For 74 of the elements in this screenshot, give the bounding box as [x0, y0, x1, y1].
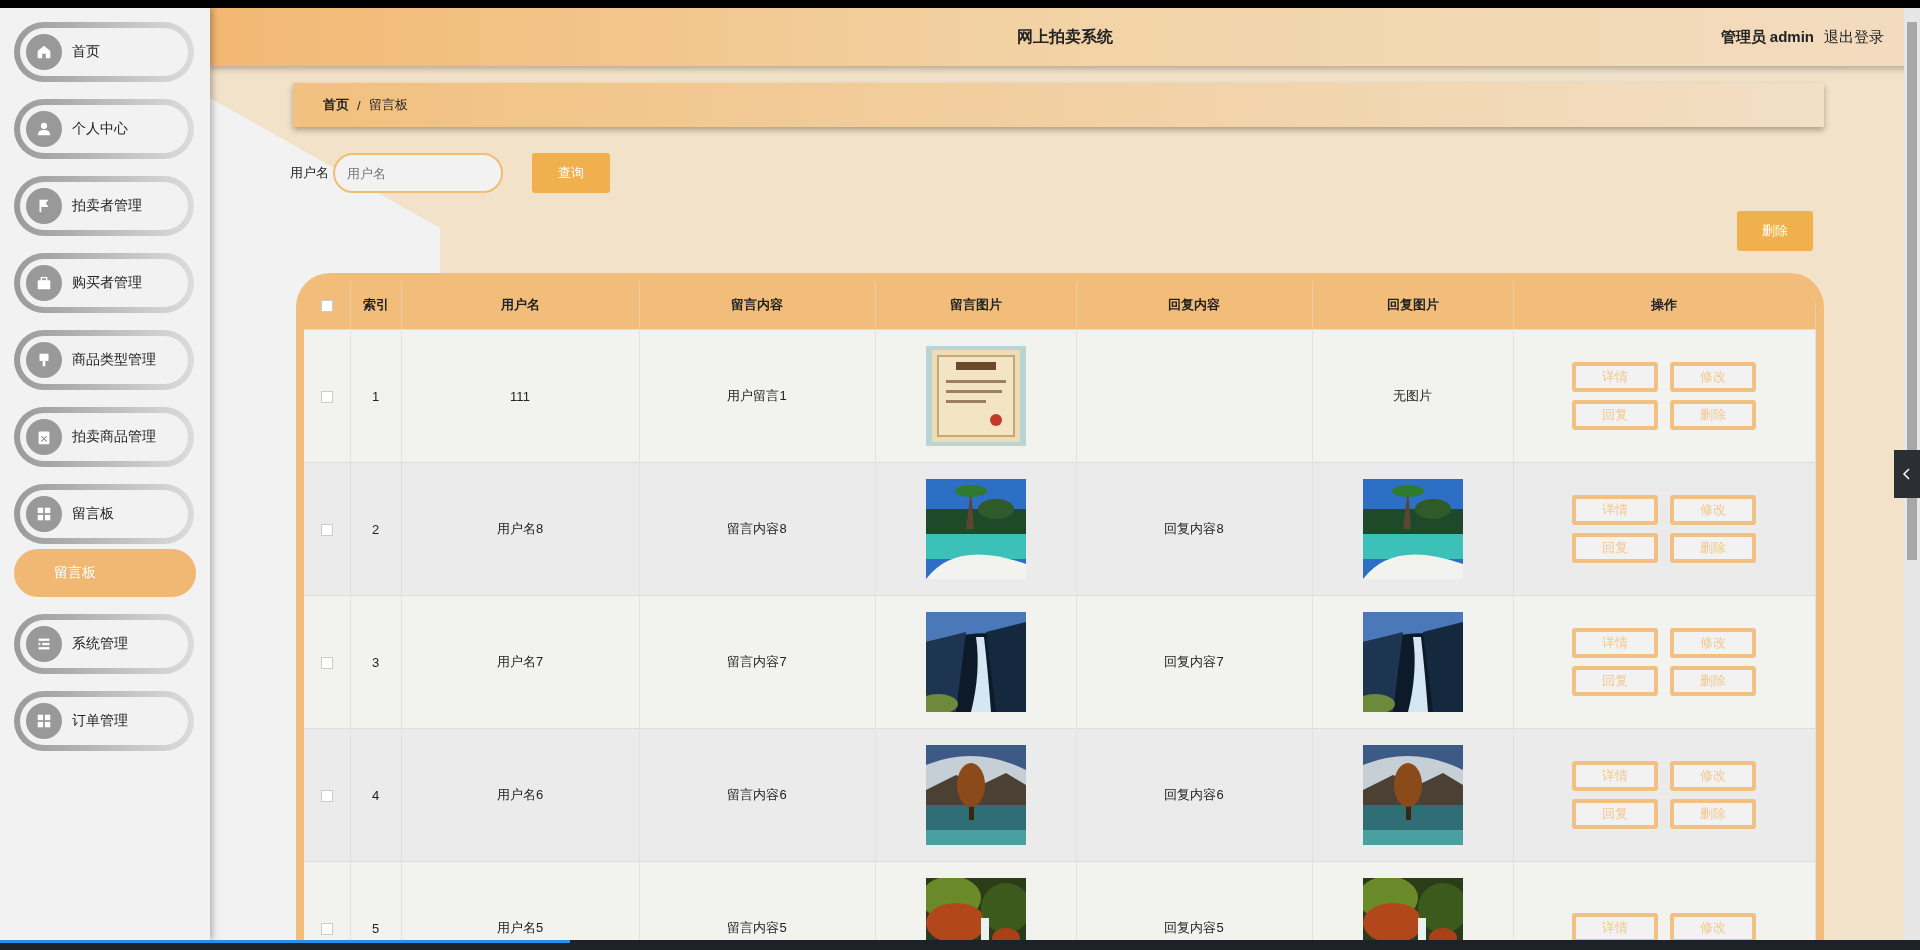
action-button[interactable]: 回复 — [1572, 666, 1659, 696]
collapse-tab[interactable] — [1894, 450, 1920, 498]
table-cell: 回复内容5 — [1076, 861, 1312, 940]
scrollbar[interactable] — [1904, 8, 1920, 940]
table-cell: 回复内容7 — [1076, 595, 1312, 729]
menu-icon — [26, 188, 62, 224]
table-cell: 用户名6 — [401, 728, 639, 862]
action-button[interactable]: 删除 — [1670, 666, 1757, 696]
action-button[interactable]: 修改 — [1670, 362, 1757, 392]
row-checkbox[interactable] — [320, 657, 333, 670]
action-button[interactable]: 详情 — [1572, 362, 1659, 392]
table-cell: 4 — [350, 728, 401, 862]
menu-icon — [26, 496, 62, 532]
menu-icon — [26, 703, 62, 739]
row-checkbox[interactable] — [320, 391, 333, 404]
column-header: 用户名 — [401, 281, 639, 330]
menu-icon — [26, 626, 62, 662]
delete-button[interactable]: 删除 — [1737, 211, 1813, 251]
breadcrumb-item[interactable]: 首页 — [323, 96, 349, 114]
table-cell: 3 — [350, 595, 401, 729]
menu-icon — [26, 265, 62, 301]
table-cell: 留言内容7 — [639, 595, 875, 729]
table-cell: 2 — [350, 462, 401, 596]
table-cell: 1 — [350, 329, 401, 463]
action-button[interactable]: 详情 — [1572, 913, 1659, 940]
table-cell: 用户名8 — [401, 462, 639, 596]
table-cell: 用户留言1 — [639, 329, 875, 463]
action-button[interactable]: 删除 — [1670, 799, 1757, 829]
system-title: 网上拍卖系统 — [1017, 27, 1113, 45]
breadcrumb-separator: / — [357, 97, 361, 113]
breadcrumb-item[interactable]: 留言板 — [368, 96, 408, 114]
action-button[interactable]: 删除 — [1670, 400, 1757, 430]
action-button[interactable]: 回复 — [1572, 799, 1659, 829]
table-cell: 留言内容8 — [639, 462, 875, 596]
column-header: 操作 — [1513, 281, 1816, 330]
action-button[interactable]: 详情 — [1572, 495, 1659, 525]
action-button[interactable]: 修改 — [1670, 761, 1757, 791]
username-field[interactable]: 用户名 — [333, 153, 503, 193]
action-button[interactable]: 回复 — [1572, 533, 1659, 563]
menu-icon — [26, 111, 62, 147]
query-button[interactable]: 查询 — [532, 153, 610, 193]
table-cell: 111 — [401, 329, 639, 463]
menu-icon — [26, 34, 62, 70]
row-checkbox[interactable] — [320, 524, 333, 537]
search-label: 用户名 — [290, 164, 329, 182]
table-cell: 留言内容5 — [639, 861, 875, 940]
action-button[interactable]: 详情 — [1572, 761, 1659, 791]
menu-icon — [26, 419, 62, 455]
action-button[interactable]: 修改 — [1670, 495, 1757, 525]
row-checkbox[interactable] — [320, 790, 333, 803]
table-cell: 用户名7 — [401, 595, 639, 729]
select-all-checkbox[interactable] — [320, 300, 333, 313]
action-button[interactable]: 修改 — [1670, 628, 1757, 658]
table-cell: 留言内容6 — [639, 728, 875, 862]
table-cell: 无图片 — [1312, 329, 1513, 463]
logout-link[interactable]: 退出登录 — [1824, 27, 1884, 47]
chevron-left-icon — [1902, 468, 1912, 480]
column-header: 回复内容 — [1076, 281, 1312, 330]
action-button[interactable]: 修改 — [1670, 913, 1757, 940]
action-button[interactable]: 回复 — [1572, 400, 1659, 430]
admin-name: 管理员 admin — [1720, 27, 1814, 47]
table-cell: 回复内容8 — [1076, 462, 1312, 596]
table-cell: 用户名5 — [401, 861, 639, 940]
table-cell: 5 — [350, 861, 401, 940]
table-cell: 回复内容6 — [1076, 728, 1312, 862]
menu-icon — [26, 342, 62, 378]
action-button[interactable]: 详情 — [1572, 628, 1659, 658]
column-header: 索引 — [350, 281, 401, 330]
column-header: 留言内容 — [639, 281, 875, 330]
column-header: 留言图片 — [875, 281, 1076, 330]
row-checkbox[interactable] — [320, 923, 333, 936]
column-header: 回复图片 — [1312, 281, 1513, 330]
submenu-item[interactable]: 留言板 — [14, 549, 196, 597]
action-button[interactable]: 删除 — [1670, 533, 1757, 563]
